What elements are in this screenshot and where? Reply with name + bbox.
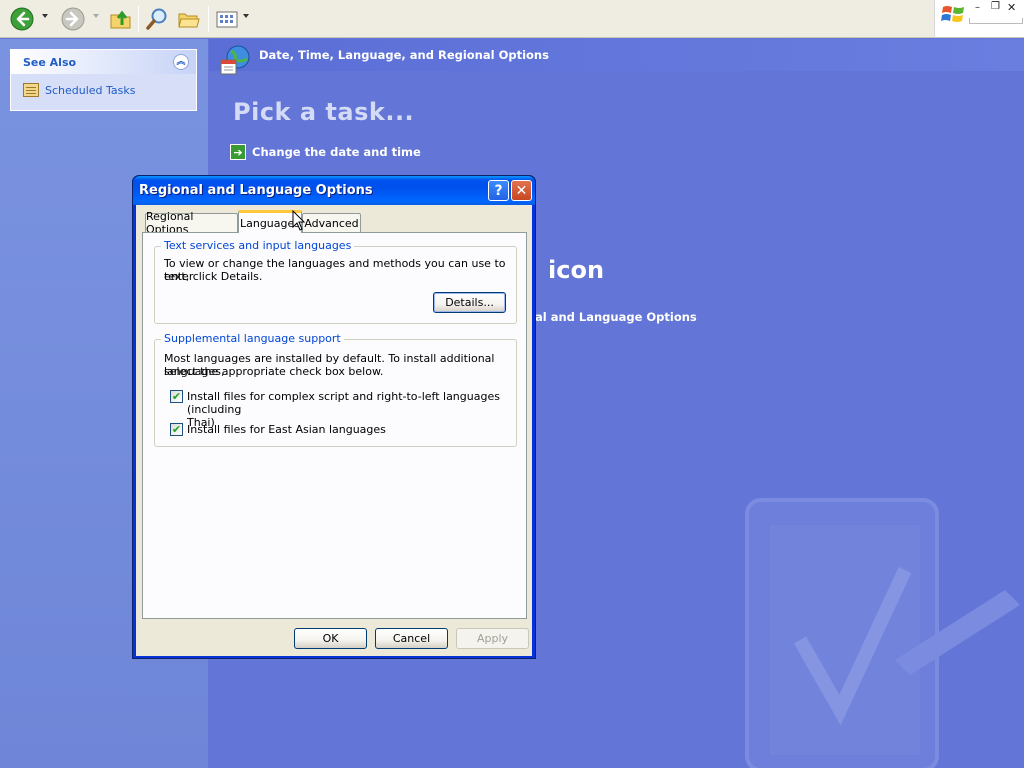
up-button[interactable]: [108, 6, 134, 32]
back-arrow-icon: [10, 7, 34, 31]
details-button[interactable]: Details...: [433, 292, 506, 313]
supplemental-language-groupbox: Supplemental language support Most langu…: [154, 332, 517, 447]
pick-task-heading: Pick a task...: [233, 98, 415, 126]
task-change-date-time[interactable]: ➔ Change the date and time: [230, 144, 421, 160]
task-label: Change the date and time: [252, 145, 421, 159]
back-dropdown-icon[interactable]: [42, 14, 48, 18]
checkbox-checked-icon[interactable]: ✔: [170, 390, 183, 403]
toolbar-separator: [208, 6, 209, 32]
explorer-toolbar: [0, 0, 934, 38]
views-dropdown-icon[interactable]: [243, 14, 249, 18]
close-icon: ✕: [515, 182, 528, 199]
complex-script-label-1: Install files for complex script and rig…: [187, 390, 500, 416]
question-icon: ?: [494, 182, 503, 199]
ok-button[interactable]: OK: [294, 628, 367, 649]
search-icon: [146, 8, 167, 30]
close-button[interactable]: ✕: [511, 180, 532, 201]
date-time-globe-icon: [220, 45, 250, 75]
mouse-pointer-icon: [292, 210, 306, 231]
see-also-header[interactable]: See Also ︽: [11, 50, 196, 74]
east-asian-checkbox[interactable]: ✔ Install files for East Asian languages: [170, 423, 386, 436]
tab-label: Advanced: [304, 216, 359, 230]
green-arrow-icon: ➔: [230, 144, 246, 160]
minimize-icon[interactable]: –: [975, 2, 980, 13]
checkbox-checked-icon[interactable]: ✔: [170, 423, 183, 436]
checklist-watermark-icon: [745, 498, 1020, 768]
window-controls-area: – ❐ ✕: [934, 0, 1024, 38]
tab-regional-options[interactable]: Regional Options: [145, 210, 238, 236]
windows-logo-icon: [941, 6, 964, 22]
search-button[interactable]: [144, 6, 170, 32]
regional-language-options-dialog: Regional and Language Options ? ✕ Region…: [132, 175, 536, 659]
views-icon: [216, 11, 238, 28]
tab-advanced[interactable]: Advanced: [302, 213, 361, 232]
dialog-title: Regional and Language Options: [139, 183, 373, 198]
regional-language-options-link[interactable]: al and Language Options: [535, 310, 697, 324]
folder-up-icon: [110, 10, 131, 29]
see-also-panel: See Also ︽ Scheduled Tasks: [10, 49, 197, 111]
see-also-item-label: Scheduled Tasks: [45, 83, 136, 97]
folders-icon: [178, 13, 200, 28]
restore-icon[interactable]: ❐: [991, 1, 1000, 12]
window-resize-hint: [969, 18, 1023, 24]
collapse-icon[interactable]: ︽: [173, 54, 189, 70]
pick-icon-heading: icon: [548, 256, 605, 284]
scheduled-tasks-icon: [23, 83, 39, 97]
folders-button[interactable]: [176, 6, 202, 32]
tab-label: Languages: [239, 216, 301, 230]
east-asian-label: Install files for East Asian languages: [187, 423, 386, 436]
text-services-label: Text services and input languages: [161, 239, 355, 252]
category-title: Date, Time, Language, and Regional Optio…: [259, 48, 549, 62]
dialog-client-area: Regional Options Languages Advanced Text…: [136, 205, 532, 656]
cancel-button[interactable]: Cancel: [375, 628, 448, 649]
dialog-titlebar[interactable]: Regional and Language Options ? ✕: [133, 176, 535, 205]
close-icon[interactable]: ✕: [1007, 1, 1016, 14]
back-button[interactable]: [9, 6, 35, 32]
apply-button[interactable]: Apply: [456, 628, 529, 649]
supplemental-description-2: select the appropriate check box below.: [164, 365, 384, 378]
languages-tab-panel: Text services and input languages To vie…: [142, 232, 527, 619]
see-also-title: See Also: [23, 55, 77, 69]
help-button[interactable]: ?: [488, 180, 509, 201]
forward-arrow-icon: [61, 7, 85, 31]
views-button[interactable]: [214, 6, 240, 32]
toolbar-separator: [138, 6, 139, 32]
forward-dropdown-icon[interactable]: [93, 14, 99, 18]
text-services-groupbox: Text services and input languages To vie…: [154, 239, 517, 324]
forward-button[interactable]: [60, 6, 86, 32]
text-services-description-2: text, click Details.: [164, 270, 263, 283]
supplemental-label: Supplemental language support: [161, 332, 344, 345]
see-also-item-scheduled-tasks[interactable]: Scheduled Tasks: [23, 83, 136, 97]
